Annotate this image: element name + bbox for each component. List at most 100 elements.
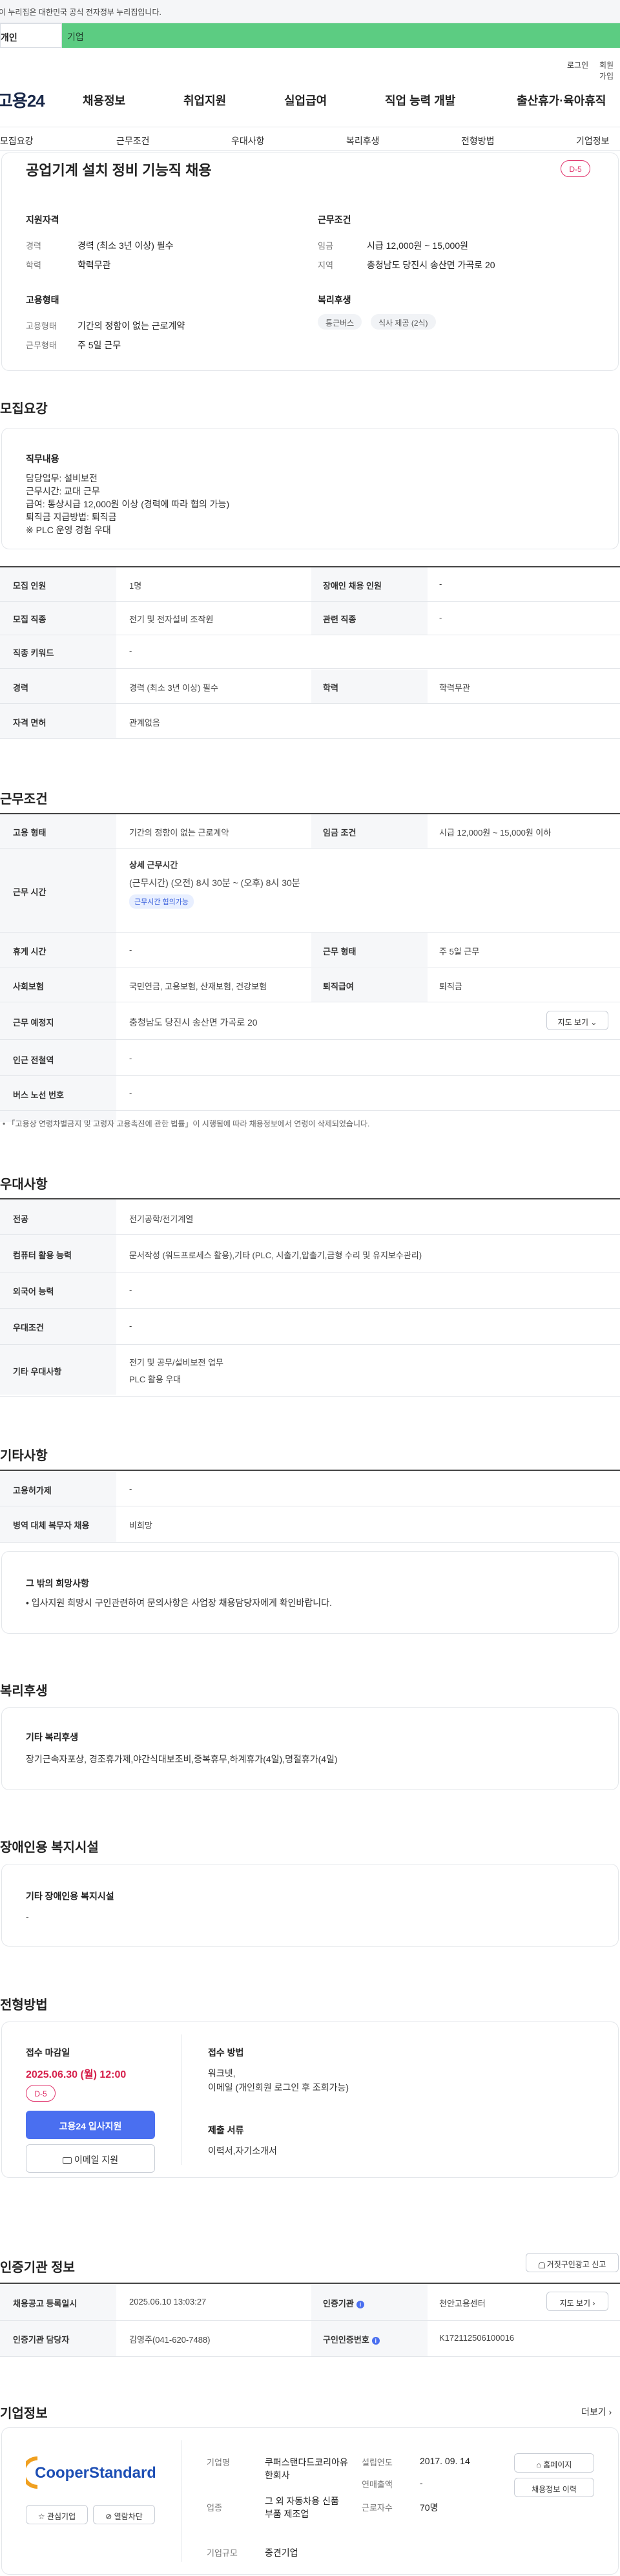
info-icon[interactable]: i [356,2300,364,2308]
time-badge: 근무시간 협의가능 [129,894,194,909]
home-icon: ⌂ [536,2460,544,2469]
row-value: 경력 (최소 3년 이상) 필수 [129,683,218,693]
row-value: - [129,1053,132,1063]
tab-corp[interactable]: 기업 [62,23,620,48]
hope-box [1,1551,619,1634]
agency-map-button[interactable]: 지도 보기 › [546,2292,608,2311]
row-label: 근무 예정지 [13,1018,54,1028]
row-value: 주 5일 근무 [439,947,480,956]
gnb-item-jobs[interactable]: 채용정보 [83,92,125,109]
job-history-button[interactable]: 채용정보 이력 [514,2478,594,2497]
deadline-heading: 접수 마감일 [26,2047,70,2058]
employees-label: 근로자수 [362,2503,393,2513]
row-value: 학력무관 [439,683,470,693]
row-label: 모집 직종 [13,615,46,624]
method-value: 이메일 (개인회원 로그인 후 조회가능) [208,2082,349,2093]
row-label: 기타 우대사항 [13,1367,62,1377]
row-label: 자격 면허 [13,718,46,728]
welfare-chip: 식사 제공 (2식) [371,314,436,330]
edu-label: 학력 [26,260,41,270]
method-heading: 접수 방법 [208,2047,244,2058]
homepage-button[interactable]: ⌂ 홈페이지 [514,2453,594,2473]
row-value: - [129,1321,132,1331]
site-logo[interactable]: 고용24 [0,88,45,112]
emp-type-label: 고용형태 [26,321,57,331]
emp-type-value: 기간의 정함이 없는 근로계약 [78,321,185,331]
est-label: 설립연도 [362,2458,393,2467]
row-value: - [129,945,132,955]
login-link[interactable]: 로그인 [567,59,588,70]
revenue-value: - [420,2478,423,2488]
join-link[interactable]: 회원가입 [599,59,620,81]
row-value: 기간의 정함이 없는 근로계약 [129,828,229,838]
subnav-pref[interactable]: 우대사항 [231,134,265,147]
svg-text:CooperStandard: CooperStandard [35,2464,155,2482]
apply-button[interactable]: 고용24 입사지원 [26,2111,155,2139]
qual-heading: 지원자격 [26,215,59,225]
row-label: 인증기관 담당자 [13,2335,70,2345]
gnb-item-benefit[interactable]: 실업급여 [284,92,327,109]
email-apply-button[interactable]: 이메일 지원 [26,2144,155,2173]
row-value: - [439,613,442,622]
welfare-box [1,1707,619,1790]
subnav-company[interactable]: 기업정보 [576,134,610,147]
row-label: 퇴직급여 [323,982,354,991]
company-more-link[interactable]: 더보기 › [581,2405,612,2418]
row-value: - [439,579,442,589]
career-value: 경력 (최소 3년 이상) 필수 [78,240,174,251]
employees-value: 70명 [420,2502,439,2513]
job-title: 공업기계 설치 정비 기능직 채용 [26,162,212,178]
row-label: 고용허가제 [13,1486,52,1495]
company-name-label: 기업명 [207,2458,230,2467]
subnav-process[interactable]: 전형방법 [461,134,495,147]
wage-label: 임금 [318,241,333,251]
block-company-button[interactable]: ⊘ 열람차단 [93,2505,155,2524]
gnb-item-leave[interactable]: 출산휴가·육아휴직 [517,92,606,109]
row-label: 근무 형태 [323,947,356,956]
map-toggle-button[interactable]: 지도 보기 ⌄ [546,1011,608,1030]
disabled-box [1,1864,619,1947]
region-value: 충청남도 당진시 송산면 가곡로 20 [367,260,495,270]
recruit-heading: 모집요강 [0,402,48,416]
duty-line: ※ PLC 운영 경험 우대 [26,525,111,535]
disabled-text: - [26,1912,29,1922]
row-value: PLC 활용 우대 [129,1375,181,1384]
region-label: 지역 [318,260,333,270]
gnb-item-support[interactable]: 취업지원 [183,92,226,109]
subnav-welfare[interactable]: 복리후생 [346,134,380,147]
row-value: 국민연금, 고용보험, 산재보험, 건강보험 [129,982,267,991]
subnav-work[interactable]: 근무조건 [116,134,150,147]
row-value: 1명 [129,581,142,591]
info-icon[interactable]: i [371,2336,380,2345]
subnav-recruit[interactable]: 모집요강 [0,134,34,147]
row-label: 채용공고 등록일시 [13,2299,78,2308]
row-label: 우대조건 [13,1323,44,1333]
favorite-company-button[interactable]: ☆ 관심기업 [26,2505,88,2524]
gov-banner: 이 누리집은 대한민국 공식 전자정부 누리집입니다. [0,0,620,23]
dday-badge: D-5 [561,160,590,177]
gnb-item-training[interactable]: 직업 능력 개발 [385,92,455,109]
subnav-divider [0,150,620,151]
row-label: 인근 전철역 [13,1055,54,1065]
est-value: 2017. 09. 14 [420,2456,470,2466]
method-value: 워크넷, [208,2068,236,2078]
row-value: - [129,646,132,656]
company-logo: CooperStandard [21,2453,156,2492]
other-heading: 기타사항 [0,1449,48,1463]
row-value: 문서작성 (워드프로세스 활용),기타 (PLC, 시출기,압출기,금형 수리 … [129,1251,422,1260]
report-button[interactable]: 거짓구인광고 신고 [526,2253,619,2272]
hope-heading: 그 밖의 희망사항 [26,1578,89,1589]
disabled-box-heading: 기타 장애인용 복지시설 [26,1891,114,1901]
mail-icon [62,2157,72,2164]
row-value: 관계없음 [129,718,160,728]
time-value: (근무시간) (오전) 8시 30분 ~ (오후) 8시 30분 [129,878,300,888]
row-value: K172112506100016 [439,2333,515,2343]
row-value: 시급 12,000원 ~ 15,000원 이하 [439,828,552,838]
cond-heading: 근무조건 [318,215,351,225]
bullet-icon: • [3,1119,8,1128]
welfare-chip: 통근버스 [318,314,362,330]
row-label: 외국어 능력 [13,1287,54,1296]
tab-personal[interactable]: 개인 [0,23,62,48]
work-heading: 근무조건 [0,792,48,807]
row-label: 휴게 시간 [13,947,46,956]
